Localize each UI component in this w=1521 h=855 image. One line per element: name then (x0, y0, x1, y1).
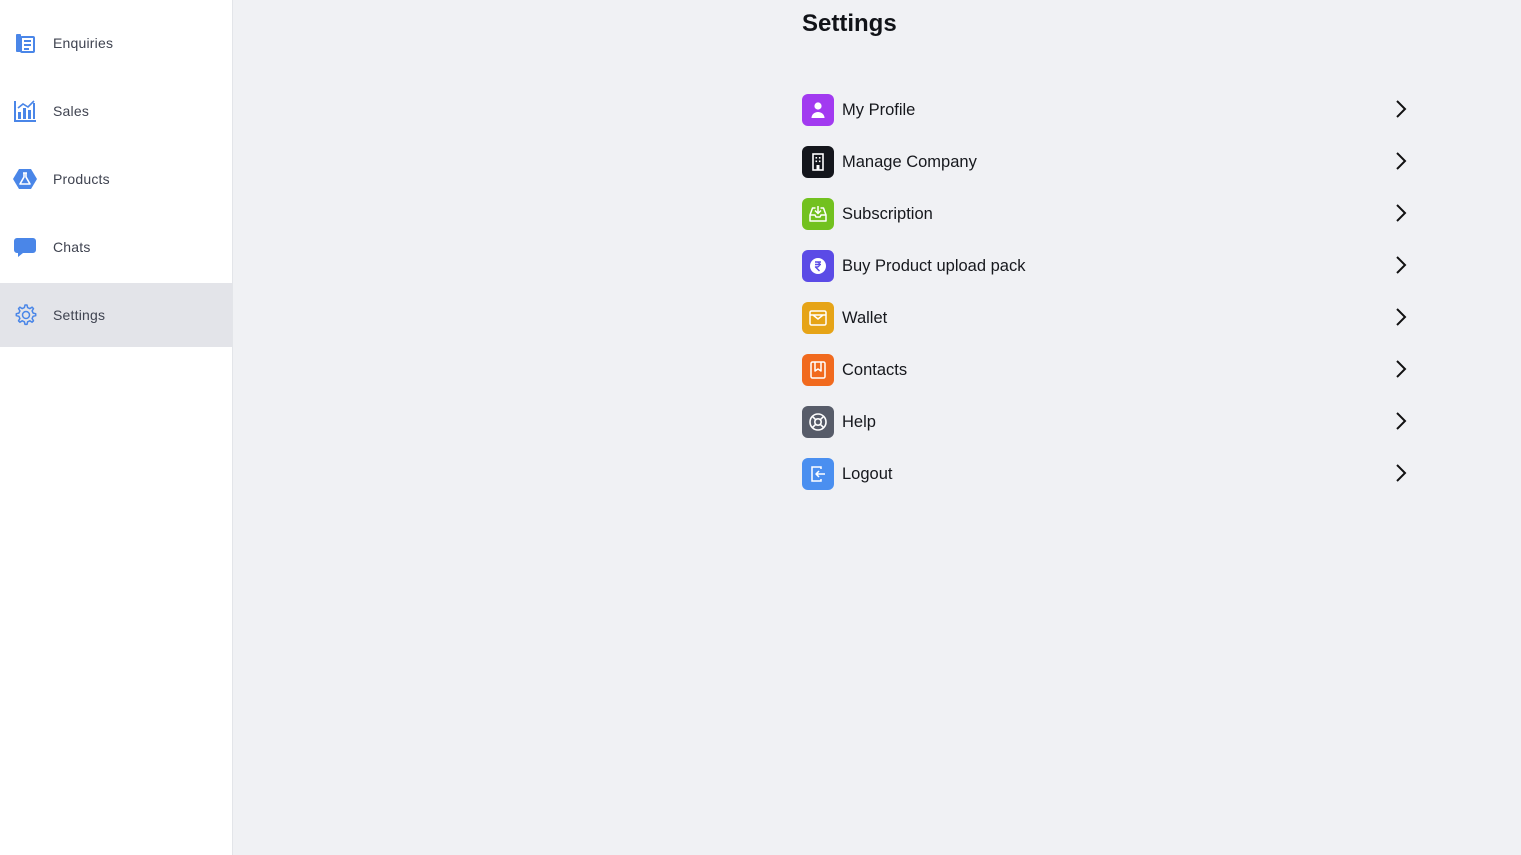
sidebar-item-enquiries[interactable]: Enquiries (0, 11, 232, 75)
settings-item-manage-company[interactable]: Manage Company (802, 136, 1408, 188)
chevron-right-icon (1394, 99, 1408, 119)
sidebar-item-sales[interactable]: Sales (0, 79, 232, 143)
sidebar: Enquiries Sales Products Chats Settings (0, 0, 233, 855)
products-flask-icon (12, 166, 38, 192)
wallet-icon (802, 302, 834, 334)
settings-item-label: Help (842, 412, 876, 431)
chat-bubble-icon (12, 234, 38, 260)
settings-item-label: Contacts (842, 360, 908, 379)
sidebar-item-settings[interactable]: Settings (0, 283, 232, 347)
settings-item-label: Logout (842, 464, 893, 483)
settings-item-help[interactable]: Help (802, 396, 1408, 448)
chevron-right-icon (1394, 203, 1408, 223)
settings-item-label: Subscription (842, 204, 933, 223)
inbox-download-icon (802, 198, 834, 230)
gear-icon (12, 302, 38, 328)
sidebar-item-chats[interactable]: Chats (0, 215, 232, 279)
settings-item-subscription[interactable]: Subscription (802, 188, 1408, 240)
main-content: Settings My Profile Manage Company Subsc… (233, 0, 1521, 855)
logout-icon (802, 458, 834, 490)
chevron-right-icon (1394, 359, 1408, 379)
settings-item-label: Buy Product upload pack (842, 256, 1026, 275)
settings-list: My Profile Manage Company Subscription B… (802, 84, 1408, 500)
sidebar-item-label: Settings (53, 307, 106, 323)
sidebar-item-products[interactable]: Products (0, 147, 232, 211)
chevron-right-icon (1394, 411, 1408, 431)
app: Enquiries Sales Products Chats Settings (0, 0, 1521, 855)
settings-item-label: Manage Company (842, 152, 977, 171)
enquiries-icon (12, 30, 38, 56)
building-icon (802, 146, 834, 178)
user-icon (802, 94, 834, 126)
chevron-right-icon (1394, 151, 1408, 171)
chevron-right-icon (1394, 307, 1408, 327)
sidebar-item-label: Products (53, 171, 110, 187)
chevron-right-icon (1394, 255, 1408, 275)
settings-item-logout[interactable]: Logout (802, 448, 1408, 500)
settings-item-contacts[interactable]: Contacts (802, 344, 1408, 396)
contacts-bookmark-icon (802, 354, 834, 386)
sidebar-item-label: Sales (53, 103, 90, 119)
sidebar-item-label: Chats (53, 239, 91, 255)
settings-item-wallet[interactable]: Wallet (802, 292, 1408, 344)
page-title: Settings (802, 10, 897, 37)
settings-item-my-profile[interactable]: My Profile (802, 84, 1408, 136)
lifebuoy-icon (802, 406, 834, 438)
chevron-right-icon (1394, 463, 1408, 483)
settings-panel: Settings My Profile Manage Company Subsc… (802, 8, 1408, 500)
settings-item-label: My Profile (842, 100, 916, 119)
sidebar-item-label: Enquiries (53, 35, 114, 51)
settings-item-label: Wallet (842, 308, 888, 327)
settings-item-buy-product-upload-pack[interactable]: Buy Product upload pack (802, 240, 1408, 292)
rupee-icon (802, 250, 834, 282)
sales-chart-icon (12, 98, 38, 124)
